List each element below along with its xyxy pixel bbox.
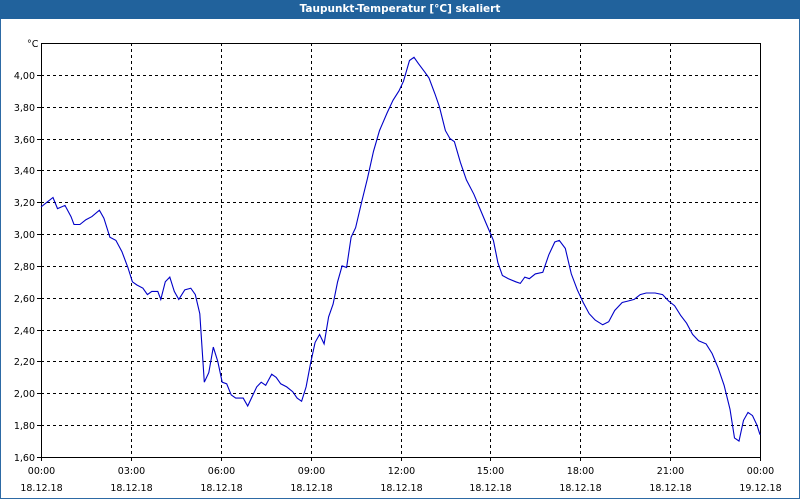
grid [41,43,760,457]
chart-window: Taupunkt-Temperatur [°C] skaliert 1,60 1,… [0,0,800,500]
x-tick-date-label: 18.12.18 [649,483,691,494]
x-tick-date-label: 18.12.18 [200,483,242,494]
x-tick-date-label: 18.12.18 [110,483,152,494]
y-tick-label: 3,60 [14,135,35,146]
x-tick-time-label: 00:00 [747,466,774,477]
y-tick-label: 2,00 [14,389,35,400]
chart-title: Taupunkt-Temperatur [°C] skaliert [0,0,800,19]
x-tick-time-label: 12:00 [388,466,415,477]
x-tick-date-label: 18.12.18 [380,483,422,494]
y-tick-label: 1,60 [14,453,35,464]
x-tick-time-label: 15:00 [477,466,504,477]
x-tick-time-label: 00:00 [28,466,55,477]
x-tick-time-label: 09:00 [298,466,325,477]
x-tick-date-label: 18.12.18 [290,483,332,494]
line-chart: 1,60 1,80 2,00 2,20 2,40 2,60 2,80 3,00 3,20 3,40… [14,39,782,494]
y-tick-label: 3,20 [14,198,35,209]
x-tick-time-label: 21:00 [657,466,684,477]
y-tick-label: 3,00 [14,230,35,241]
series-line [40,56,761,443]
y-tick-label: 3,80 [14,103,35,114]
x-tick-date-label: 18.12.18 [559,483,601,494]
x-tick-time-label: 03:00 [118,466,145,477]
y-tick-label: 2,40 [14,326,35,337]
x-tick-time-label: 18:00 [567,466,594,477]
x-tick-date-label: 18.12.18 [469,483,511,494]
y-tick-label: 4,00 [14,71,35,82]
y-tick-label: 2,60 [14,294,35,305]
y-tick-label: 2,20 [14,357,35,368]
chart-frame: 1,60 1,80 2,00 2,20 2,40 2,60 2,80 3,00 3,20 3,40… [0,19,800,499]
y-tick-label: 3,40 [14,166,35,177]
y-axis-ticks: 1,60 1,80 2,00 2,20 2,40 2,60 2,80 3,00 3,20 3,40… [14,71,41,464]
y-tick-label: 1,80 [14,421,35,432]
y-axis-unit-label: °C [27,39,39,50]
x-axis-ticks: 00:00 18.12.18 03:00 18.12.18 06:00 18.12.18 0… [20,457,782,494]
x-tick-date-label: 19.12.18 [739,483,781,494]
x-tick-time-label: 06:00 [208,466,235,477]
x-tick-date-label: 18.12.18 [20,483,62,494]
y-tick-label: 2,80 [14,262,35,273]
